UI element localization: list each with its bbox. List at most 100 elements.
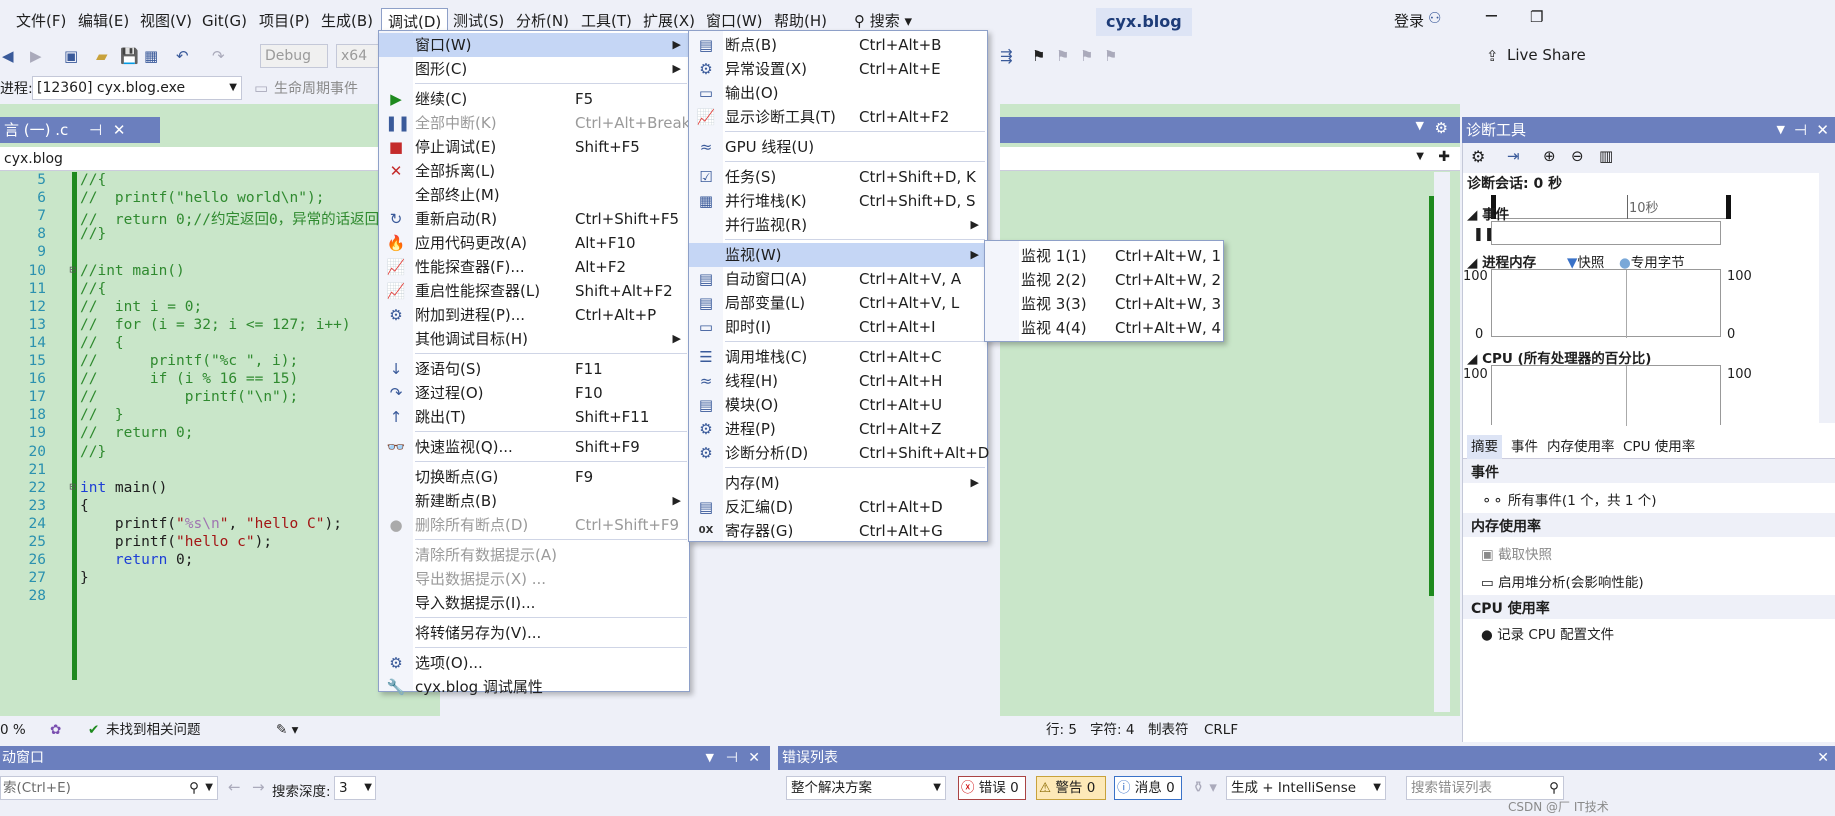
menu-item[interactable]: ↑ 跳出(T) Shift+F11 [379, 405, 689, 429]
menu-item[interactable]: ☑ 任务(S) Ctrl+Shift+D, K [689, 165, 987, 189]
zoom-level[interactable]: 0 % [0, 718, 26, 742]
menu-item[interactable]: 监视 4(4) Ctrl+Alt+W, 4 [985, 316, 1223, 340]
account-icon[interactable]: ⚇ [1428, 9, 1441, 27]
all-events-link[interactable]: ⚬⚬ 所有事件(1 个，共 1 个) [1481, 489, 1657, 509]
menu-item[interactable]: 🔥 应用代码更改(A) Alt+F10 [379, 231, 689, 255]
filter-icon[interactable]: ⚱ ▾ [1192, 778, 1217, 796]
menu-item[interactable]: ↓ 逐语句(S) F11 [379, 357, 689, 381]
open-folder-icon[interactable]: ▰ [96, 46, 108, 66]
zoom-in-icon[interactable]: ⊕ [1543, 147, 1556, 165]
tab-summary[interactable]: 摘要 [1467, 435, 1502, 461]
code-line[interactable]: printf("%s\n", "hello C"); [80, 516, 342, 532]
build-source-combo[interactable]: 生成 + IntelliSense ▼ [1226, 776, 1386, 800]
code-line[interactable]: // for (i = 32; i <= 127; i++) [80, 317, 351, 333]
locals-search-input[interactable]: 索(Ctrl+E) ⚲ ▼ [0, 776, 218, 800]
login-link[interactable]: 登录 [1394, 8, 1424, 34]
code-line[interactable]: return 0; [80, 552, 194, 568]
code-line[interactable]: //{ [80, 281, 106, 297]
code-line[interactable]: //{ [80, 172, 106, 188]
code-view[interactable]: 5 //{6 // printf("hello world\n"); 7 // retu… [0, 172, 440, 692]
menu-item[interactable]: ⚙ 附加到进程(P)... Ctrl+Alt+P [379, 303, 689, 327]
code-line[interactable]: // printf("hello world\n"); [80, 190, 324, 206]
vertical-scrollbar[interactable] [1434, 172, 1450, 712]
gear-icon[interactable]: ⚙ [1435, 119, 1448, 137]
save-icon[interactable]: 💾 [120, 46, 139, 66]
menu-item[interactable]: ● 删除所有断点(D) Ctrl+Shift+F9 [379, 513, 689, 537]
undo-icon[interactable]: ↶ [176, 46, 189, 66]
warnings-filter[interactable]: ⚠ 警告 0 [1036, 776, 1106, 800]
menu-view[interactable]: 视图(V) [134, 8, 198, 34]
line-ending[interactable]: CRLF [1204, 718, 1238, 742]
events-track[interactable] [1491, 221, 1721, 245]
code-line[interactable]: // { [80, 335, 124, 351]
code-line[interactable]: // return 0;//约定返回0，异常的话返回非 [80, 208, 394, 229]
menu-item[interactable]: 切换断点(G) F9 [379, 465, 689, 489]
menu-item[interactable]: ↻ 重新启动(R) Ctrl+Shift+F5 [379, 207, 689, 231]
chart-icon[interactable]: ▥ [1599, 147, 1613, 165]
stack-icon[interactable]: ⇶ [1000, 46, 1013, 66]
menu-item[interactable]: 监视 3(3) Ctrl+Alt+W, 3 [985, 292, 1223, 316]
code-line[interactable]: // printf("%c ", i); [80, 353, 298, 369]
menu-item[interactable]: ▤ 反汇编(D) Ctrl+Alt+D [689, 495, 987, 519]
zoom-out-icon[interactable]: ⊖ [1571, 147, 1584, 165]
menu-item[interactable]: 清除所有数据提示(A) [379, 543, 689, 567]
prev-bookmark-icon[interactable]: ⚑ [1056, 46, 1069, 66]
menu-item[interactable]: 👓 快速监视(Q)... Shift+F9 [379, 435, 689, 459]
menu-item[interactable]: ⚙ 选项(O)... [379, 651, 689, 675]
code-line[interactable]: //} [80, 444, 106, 460]
take-snapshot-button[interactable]: ▣ 截取快照 [1481, 543, 1552, 563]
clear-bookmark-icon[interactable]: ⚑ [1104, 46, 1117, 66]
diag-scrollbar[interactable] [1819, 173, 1835, 423]
redo-icon[interactable]: ↷ [212, 46, 225, 66]
issues-text[interactable]: 未找到相关问题 [106, 718, 201, 742]
menu-item[interactable]: 监视 2(2) Ctrl+Alt+W, 2 [985, 268, 1223, 292]
menu-edit[interactable]: 编辑(E) [72, 8, 135, 34]
live-share-button[interactable]: Live Share [1507, 46, 1586, 64]
menu-item[interactable]: ▭ 输出(O) [689, 81, 987, 105]
code-line[interactable]: // printf("\n"); [80, 389, 298, 405]
menu-item[interactable]: 📈 性能探查器(F)... Alt+F2 [379, 255, 689, 279]
settings-icon[interactable]: ⚙ [1471, 147, 1485, 166]
code-line[interactable]: // int i = 0; [80, 299, 202, 315]
save-all-icon[interactable]: ▦ [144, 46, 158, 66]
menu-item[interactable]: 监视 1(1) Ctrl+Alt+W, 1 [985, 244, 1223, 268]
dropdown-icon[interactable]: ▼ [1416, 119, 1424, 132]
menu-git[interactable]: Git(G) [196, 8, 253, 34]
menu-item[interactable]: ↷ 逐过程(O) F10 [379, 381, 689, 405]
menu-item[interactable]: ▤ 断点(B) Ctrl+Alt+B [689, 33, 987, 57]
menu-item[interactable]: ■ 停止调试(E) Shift+F5 [379, 135, 689, 159]
menu-item[interactable]: 🔧 cyx.blog 调试属性 [379, 675, 689, 699]
back-icon[interactable]: ← [228, 778, 241, 796]
share-icon[interactable]: ⇪ [1486, 46, 1499, 66]
menu-item[interactable]: ▤ 自动窗口(A) Ctrl+Alt+V, A [689, 267, 987, 291]
menu-item[interactable]: 其他调试目标(H) ▶ [379, 327, 689, 351]
collapse-icon[interactable]: ⊟ [64, 480, 76, 493]
code-line[interactable]: { [80, 498, 89, 514]
tab-memory[interactable]: 内存使用率 [1547, 435, 1615, 459]
code-line[interactable]: } [80, 570, 89, 586]
process-combo[interactable]: [12360] cyx.blog.exe ▼ [32, 76, 242, 100]
menu-item[interactable]: 内存(M) ▶ [689, 471, 987, 495]
search-depth-combo[interactable]: 3 ▼ [334, 776, 376, 800]
restore-icon[interactable]: ❐ [1530, 8, 1543, 26]
code-line[interactable]: // if (i % 16 == 15) [80, 371, 298, 387]
code-line[interactable]: printf("hello c"); [80, 534, 272, 550]
lifecycle-events-label[interactable]: 生命周期事件 [274, 78, 358, 98]
menu-project[interactable]: 项目(P) [253, 8, 316, 34]
menu-item[interactable]: 监视(W) ▶ [689, 243, 987, 267]
breadcrumb[interactable]: cyx.blog [0, 147, 440, 171]
collapse-icon[interactable]: ⊟ [64, 263, 76, 276]
minimize-icon[interactable]: ─ [1486, 6, 1497, 27]
menu-item[interactable]: 📈 显示诊断工具(T) Ctrl+Alt+F2 [689, 105, 987, 129]
menu-item[interactable]: ▦ 并行堆栈(K) Ctrl+Shift+D, S [689, 189, 987, 213]
code-line[interactable]: // } [80, 407, 124, 423]
error-search-input[interactable]: 搜索错误列表 ⚲ [1406, 776, 1564, 800]
menu-item[interactable]: 📈 重启性能探查器(L) Shift+Alt+F2 [379, 279, 689, 303]
messages-filter[interactable]: ⓘ 消息 0 [1114, 776, 1182, 800]
menu-item[interactable]: 图形(C) ▶ [379, 57, 689, 81]
brush-icon[interactable]: ✎ ▾ [276, 718, 298, 742]
menu-item[interactable]: 导出数据提示(X) ... [379, 567, 689, 591]
forward-icon[interactable]: ▶ [30, 46, 42, 66]
back-icon[interactable]: ◀ [2, 46, 14, 66]
menu-item[interactable]: ⚙ 异常设置(X) Ctrl+Alt+E [689, 57, 987, 81]
